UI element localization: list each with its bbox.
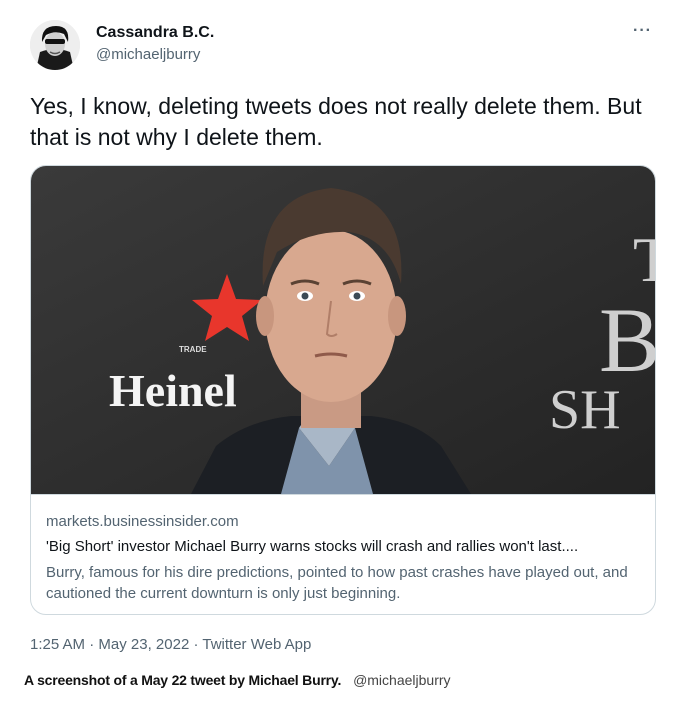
sign-trade-text: TRADE [179,345,207,354]
tweet: Cassandra B.C. @michaeljburry ··· Yes, I… [0,0,687,665]
link-card[interactable]: TRADE Heinel T B SH [30,165,656,615]
user-handle[interactable]: @michaeljburry [96,46,200,63]
display-name[interactable]: Cassandra B.C. [96,24,214,42]
card-title[interactable]: 'Big Short' investor Michael Burry warns… [46,538,646,555]
more-options-icon[interactable]: ··· [633,22,652,40]
tweet-source[interactable]: Twitter Web App [202,636,311,653]
card-body: markets.businessinsider.com 'Big Short' … [31,494,655,614]
avatar-illustration [30,20,80,70]
sign-brand-text: Heinel [109,365,237,416]
card-domain: markets.businessinsider.com [46,513,239,530]
tweet-meta: 1:25 AM · May 23, 2022 · Twitter Web App [30,636,311,653]
card-image: TRADE Heinel T B SH [31,166,656,494]
tweet-text: Yes, I know, deleting tweets does not re… [30,93,642,150]
image-caption: A screenshot of a May 22 tweet by Michae… [24,672,451,688]
tweet-date[interactable]: May 23, 2022 [98,636,189,653]
meta-separator: · [89,636,99,653]
tweet-time[interactable]: 1:25 AM [30,636,85,653]
banner-line-1: T [633,224,656,295]
banner-line-3: SH [549,379,621,441]
avatar[interactable] [30,20,80,70]
banner-line-2: B [599,289,656,391]
caption-text: A screenshot of a May 22 tweet by Michae… [24,672,342,688]
card-description: Burry, famous for his dire predictions, … [46,564,628,602]
caption-credit: @michaeljburry [353,672,451,688]
